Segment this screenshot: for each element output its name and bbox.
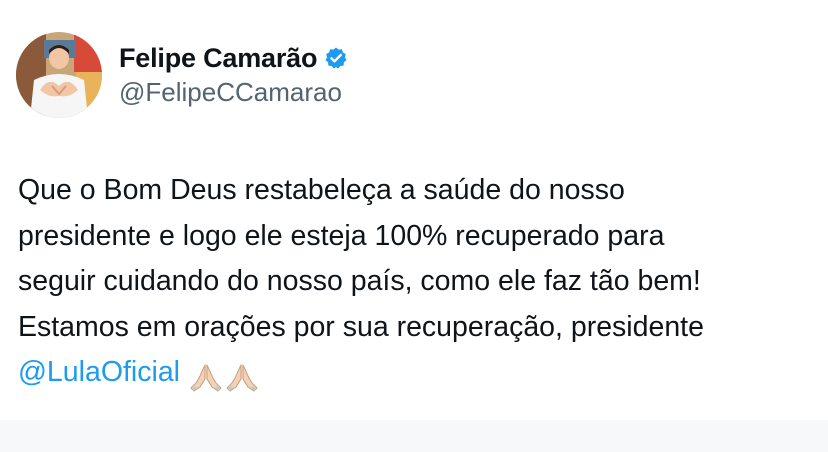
tweet-text-line: presidente e logo ele esteja 100% recupe…	[18, 219, 665, 252]
tweet-text-line: Que o Bom Deus restabeleça a saúde do no…	[18, 174, 625, 206]
tweet-text-line: Estamos em orações por sua recuperação, …	[18, 310, 704, 343]
mention-link[interactable]: @LulaOficial	[18, 356, 180, 388]
verified-badge-icon[interactable]	[324, 46, 348, 70]
folded-hands-icon	[190, 364, 222, 393]
author-handle[interactable]: @FelipeCCamarao	[119, 77, 342, 108]
folded-hands-icon	[226, 364, 258, 393]
tweet-text-line: seguir cuidando do nosso país, como ele …	[18, 265, 701, 297]
emoji-group	[188, 354, 260, 400]
avatar[interactable]	[16, 32, 102, 118]
tweet-text-line-last: @LulaOficial	[18, 350, 818, 400]
profile-photo	[16, 32, 102, 118]
tweet-text: Que o Bom Deus restabeleça a saúde do no…	[18, 168, 818, 400]
tweet-card: Felipe Camarão @FelipeCCamarao Que o Bom…	[0, 0, 828, 420]
footer-divider	[0, 420, 828, 452]
author-name-row: Felipe Camarão	[119, 41, 348, 75]
display-name[interactable]: Felipe Camarão	[119, 43, 317, 74]
